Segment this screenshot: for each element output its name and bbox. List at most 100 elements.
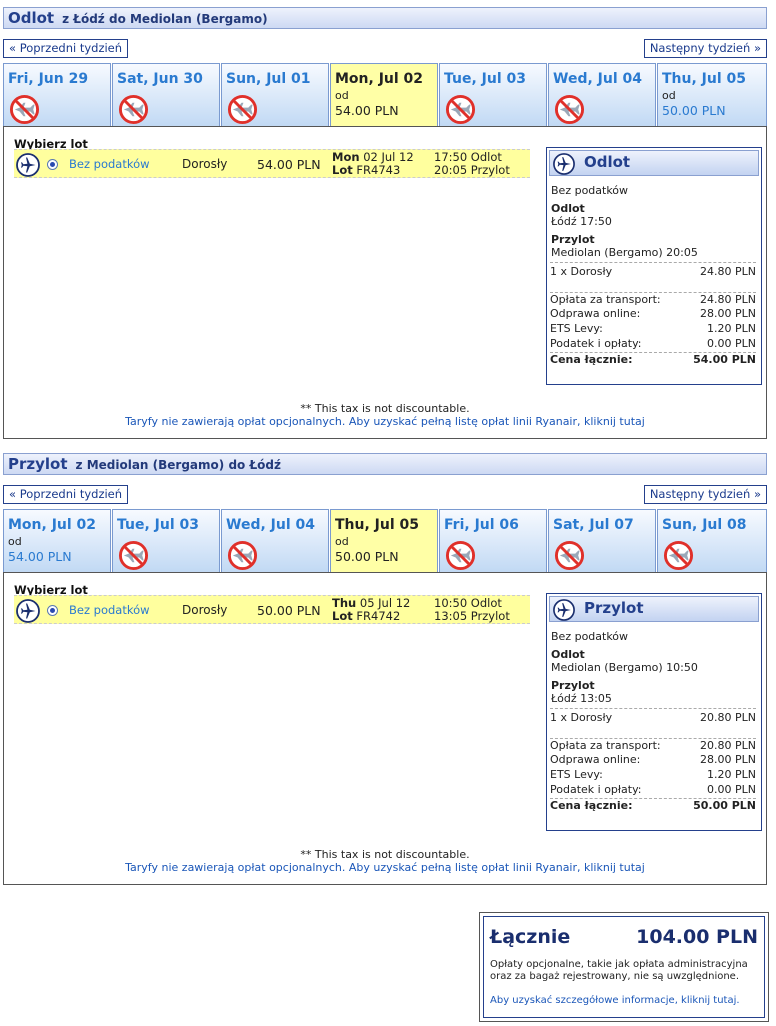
inbound-day-tab-1[interactable]: Tue, Jul 03 (112, 509, 220, 579)
inbound-summary-box: Przylot Bez podatków Odlot Mediolan (Ber… (546, 593, 762, 831)
summary-total-row: Cena łącznie: 50.00 PLN (550, 798, 756, 813)
no-flight-icon (663, 540, 694, 571)
departure-time: 17:50 Odlot (434, 150, 502, 164)
summary-fee-row: Opłata za transport: 24.80 PLN (550, 292, 756, 307)
outbound-day-tab-6[interactable]: Thu, Jul 05 od 50.00 PLN (657, 63, 767, 133)
no-flight-icon (227, 94, 258, 125)
total-value: 50.00 PLN (693, 799, 756, 812)
flight-day: Mon (332, 150, 360, 164)
day-price: 50.00 PLN (662, 103, 726, 118)
flight-row[interactable]: Bez podatków Dorosły 50.00 PLN Thu 05 Ju… (14, 595, 530, 624)
fee-value: 0.00 PLN (707, 337, 756, 350)
inbound-day-tab-4[interactable]: Fri, Jul 06 (439, 509, 547, 579)
fee-value: 20.80 PLN (700, 739, 756, 752)
summary-fare: Bez podatków (551, 630, 629, 643)
outbound-title: Odlot (8, 9, 55, 27)
summary-fee-row: ETS Levy: 1.20 PLN (550, 768, 756, 783)
day-label: Mon, Jul 02 (335, 71, 424, 87)
summary-dep-value: Mediolan (Bergamo) 10:50 (551, 661, 698, 674)
tax-note: ** This tax is not discountable. (300, 402, 470, 415)
departure-time: 10:50 Odlot (434, 596, 502, 610)
fee-label: Opłata za transport: (550, 739, 661, 752)
fee-label: Podatek i opłaty: (550, 337, 642, 350)
summary-fee-row: Podatek i opłaty: 0.00 PLN (550, 337, 756, 352)
lot-label: Lot (332, 163, 353, 177)
from-label: od (335, 535, 349, 548)
day-label: Sun, Jul 08 (662, 517, 747, 533)
day-label: Sat, Jun 30 (117, 71, 203, 87)
day-label: Tue, Jul 03 (117, 517, 199, 533)
plane-icon (16, 153, 40, 177)
fare-type-link[interactable]: Bez podatków (69, 157, 150, 171)
details-link[interactable]: Aby uzyskać szczegółowe informacje, klik… (490, 995, 740, 1007)
no-flight-icon (9, 94, 40, 125)
day-price: 54.00 PLN (335, 103, 399, 118)
summary-fee-row: Podatek i opłaty: 0.00 PLN (550, 783, 756, 798)
plane-icon (16, 599, 40, 623)
fees-info-link[interactable]: Taryfy nie zawierają opłat opcjonalnych.… (4, 415, 766, 428)
summary-arr-value: Mediolan (Bergamo) 20:05 (551, 246, 698, 259)
inbound-section: Przylot z Mediolan (Bergamo) do Łódź « Po… (3, 453, 767, 886)
inbound-day-tab-3[interactable]: Thu, Jul 05 od 50.00 PLN (330, 509, 438, 579)
summary-fee-row: Odprawa online: 28.00 PLN (550, 753, 756, 768)
from-label: od (8, 535, 22, 548)
day-label: Thu, Jul 05 (662, 71, 747, 87)
optional-fees-info: Opłaty opcjonalne, takie jak opłata admi… (490, 959, 748, 982)
summary-fee-row: Opłata za transport: 20.80 PLN (550, 738, 756, 753)
inbound-next-week-button[interactable]: Następny tydzień » (643, 485, 767, 504)
summary-dep-label: Odlot (551, 648, 585, 661)
summary-arr-label: Przylot (551, 233, 595, 246)
fees-info-link[interactable]: Taryfy nie zawierają opłat opcjonalnych.… (4, 861, 766, 874)
inbound-route: z Mediolan (Bergamo) do Łódź (75, 458, 281, 472)
outbound-day-tab-0[interactable]: Fri, Jun 29 (3, 63, 111, 133)
fee-value: 1.20 PLN (707, 322, 756, 335)
inbound-day-tab-2[interactable]: Wed, Jul 04 (221, 509, 329, 579)
inbound-day-tab-5[interactable]: Sat, Jul 07 (548, 509, 656, 579)
day-label: Sun, Jul 01 (226, 71, 311, 87)
flight-radio[interactable] (47, 605, 58, 616)
summary-title: Przylot (584, 599, 644, 617)
passenger-type: Dorosły (182, 157, 228, 171)
outbound-next-week-button[interactable]: Następny tydzień » (643, 39, 767, 58)
outbound-section: Odlot z Łódź do Mediolan (Bergamo) « Popr… (3, 7, 767, 440)
outbound-day-tab-4[interactable]: Tue, Jul 03 (439, 63, 547, 133)
summary-header: Odlot (549, 150, 759, 176)
summary-title: Odlot (584, 153, 631, 171)
arrival-time: 20:05 Przylot (434, 163, 510, 177)
day-label: Wed, Jul 04 (226, 517, 315, 533)
pax-label: 1 x Dorosły (550, 265, 613, 278)
no-flight-icon (227, 540, 258, 571)
flight-number: FR4743 (356, 163, 401, 177)
outbound-day-tab-5[interactable]: Wed, Jul 04 (548, 63, 656, 133)
outbound-prev-week-button[interactable]: « Poprzedni tydzień (3, 39, 129, 58)
summary-total-row: Cena łącznie: 54.00 PLN (550, 352, 756, 367)
flight-radio[interactable] (47, 159, 58, 170)
arrival-time: 13:05 Przylot (434, 609, 510, 623)
summary-dep-value: Łódź 17:50 (551, 215, 612, 228)
day-label: Mon, Jul 02 (8, 517, 97, 533)
from-label: od (662, 89, 676, 102)
summary-arr-label: Przylot (551, 679, 595, 692)
outbound-day-tab-1[interactable]: Sat, Jun 30 (112, 63, 220, 133)
inbound-prev-week-button[interactable]: « Poprzedni tydzień (3, 485, 129, 504)
fare-type-link[interactable]: Bez podatków (69, 603, 150, 617)
lot-label: Lot (332, 609, 353, 623)
from-label: od (335, 89, 349, 102)
fee-value: 0.00 PLN (707, 783, 756, 796)
outbound-day-tab-2[interactable]: Sun, Jul 01 (221, 63, 329, 133)
fee-label: Opłata za transport: (550, 293, 661, 306)
summary-arr-value: Łódź 13:05 (551, 692, 612, 705)
outbound-day-tab-3[interactable]: Mon, Jul 02 od 54.00 PLN (330, 63, 438, 133)
fee-label: ETS Levy: (550, 322, 603, 335)
inbound-day-tab-0[interactable]: Mon, Jul 02 od 54.00 PLN (3, 509, 111, 579)
day-label: Wed, Jul 04 (553, 71, 642, 87)
fee-value: 24.80 PLN (700, 293, 756, 306)
day-label: Fri, Jun 29 (8, 71, 89, 87)
day-label: Sat, Jul 07 (553, 517, 634, 533)
summary-pax-row: 1 x Dorosły 24.80 PLN (550, 262, 756, 280)
pax-value: 20.80 PLN (700, 711, 756, 724)
inbound-day-tab-6[interactable]: Sun, Jul 08 (657, 509, 767, 579)
flight-row[interactable]: Bez podatków Dorosły 54.00 PLN Mon 02 Ju… (14, 149, 530, 178)
summary-fee-row: ETS Levy: 1.20 PLN (550, 322, 756, 337)
fee-label: ETS Levy: (550, 768, 603, 781)
